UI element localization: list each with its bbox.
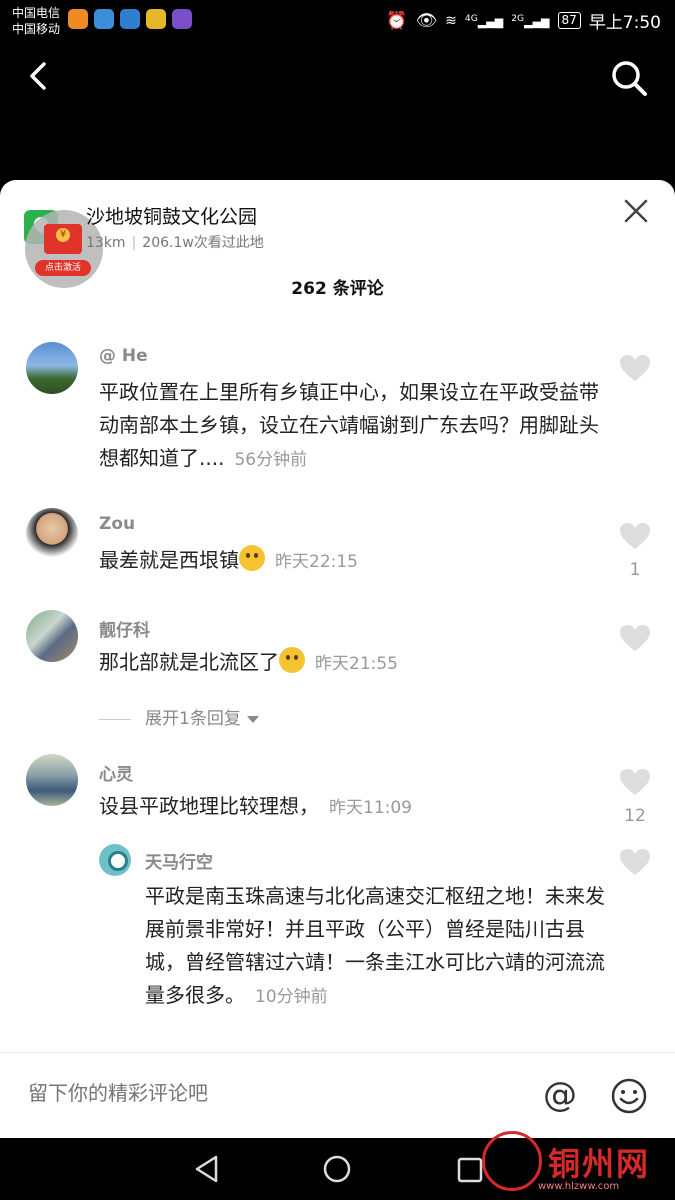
place-visitors: 206.1w次看过此地 [142,235,264,251]
watermark-text: 铜州网 [548,1145,651,1183]
comment-text: 平政位置在上里所有乡镇正中心，如果设立在平政受益带动南部本土乡镇，设立在六靖幅谢… [99,376,599,477]
divider [99,718,131,720]
comment-body: 那北部就是北流区了 [99,650,279,674]
place-meta: 13km | 206.1w次看过此地 [86,232,264,252]
top-nav [0,48,675,108]
app-notification-icon [94,9,114,29]
reply-text: 平政是南玉珠高速与北化高速交汇枢纽之地！未来发展前景非常好！并且平政（公平）曾经… [145,880,605,1014]
battery-indicator: 87 [557,12,581,29]
comment-text: 最差就是西垠镇 昨天22:15 [99,544,599,579]
reply-username[interactable]: 天马行空 [145,848,213,873]
comment-time: 56分钟前 [234,450,308,470]
eye-icon: 👁 [415,10,438,31]
comment-time: 昨天11:09 [329,798,412,818]
like-button[interactable] [619,624,651,662]
emoji-laughing-icon [279,647,305,673]
reply-body: 平政是南玉珠高速与北化高速交汇枢纽之地！未来发展前景非常好！并且平政（公平）曾经… [145,884,605,1007]
like-count: 1 [629,560,641,580]
avatar[interactable] [26,508,78,560]
carrier-1: 中国电信 [12,6,61,20]
emoji-button[interactable] [610,1077,648,1115]
heart-icon [620,769,650,795]
comment-username[interactable]: Zou [99,514,135,534]
comment-username[interactable]: 靓仔科 [99,616,150,641]
heart-icon [620,523,650,549]
signal-icon: 4G▂▄▆ [464,12,504,29]
red-envelope-icon [44,224,82,254]
system-back-button[interactable] [192,1154,222,1188]
heart-icon [620,355,650,381]
alarm-icon: ⏰ [386,10,408,31]
app-notification-icon [68,9,88,29]
mention-button[interactable]: @ [543,1075,577,1115]
comment-count-title: 262 条评论 [291,279,384,299]
search-icon [612,61,647,96]
site-watermark: 铜州网 www.hlzww.com [478,1125,668,1195]
clock: 早上7:50 [588,13,661,33]
search-button[interactable] [607,56,651,100]
reply-avatar[interactable] [99,844,131,876]
smiley-icon [611,1078,647,1114]
comment-body: 设县平政地理比较理想， [99,794,319,818]
reply-time: 10分钟前 [255,987,328,1007]
status-indicators: ⏰ 👁 ≋ 4G▂▄▆ 2G▂▄▆ 87 早上7:50 [386,8,661,34]
comment-input[interactable] [28,1081,428,1105]
like-count: 12 [624,806,646,826]
triangle-back-icon [195,1155,218,1183]
chevron-left-icon [30,62,46,90]
comment-text: 设县平政地理比较理想， 昨天11:09 [99,790,599,825]
comment-body: 最差就是西垠镇 [99,548,239,572]
place-name[interactable]: 沙地坡铜鼓文化公园 [86,202,257,229]
like-button[interactable]: 1 [619,522,651,580]
expand-replies-button[interactable]: 展开1条回复 [99,704,259,729]
app-notification-icon [172,9,192,29]
heart-icon [620,849,650,875]
app-notification-icon [146,9,166,29]
notification-icons [68,9,192,29]
comment-time: 昨天21:55 [315,654,398,674]
watermark-seal-icon [482,1131,542,1191]
circle-home-icon [323,1155,351,1183]
like-button[interactable]: 12 [619,768,651,826]
comment-body: 平政位置在上里所有乡镇正中心，如果设立在平政受益带动南部本土乡镇，设立在六靖幅谢… [99,380,599,470]
comment-time: 昨天22:15 [275,552,358,572]
comments-sheet: 点击激活 沙地坡铜鼓文化公园 13km|206.1w次看过此地 262 条评论 … [0,180,675,1138]
wifi-icon: ≋ [445,12,457,29]
status-bar: 中国电信 中国移动 ⏰ 👁 ≋ 4G▂▄▆ 2G▂▄▆ 87 早上7:50 [0,0,675,44]
comment-text: 那北部就是北流区了 昨天21:55 [99,646,599,681]
caret-down-icon [246,715,259,723]
watermark-url: www.hlzww.com [538,1181,620,1192]
app-notification-icon [120,9,140,29]
avatar[interactable] [26,754,78,806]
expand-replies-label: 展开1条回复 [145,709,241,729]
place-distance: 13km [86,235,126,251]
meta-separator: | [131,235,137,251]
like-button[interactable] [619,354,651,392]
heart-icon [620,625,650,651]
avatar[interactable] [26,342,78,394]
carrier-info: 中国电信 中国移动 [12,5,60,37]
avatar[interactable] [26,610,78,662]
back-button[interactable] [20,56,60,96]
reply-like-button[interactable] [619,848,651,880]
emoji-pleading-icon [239,545,265,571]
system-home-button[interactable] [322,1154,352,1188]
comment-username[interactable]: @ He [99,346,148,366]
close-icon [624,199,648,223]
carrier-2: 中国移动 [12,22,61,36]
signal-icon: 2G▂▄▆ [511,12,550,29]
comment-username[interactable]: 心灵 [99,760,133,785]
close-button[interactable] [623,198,649,224]
